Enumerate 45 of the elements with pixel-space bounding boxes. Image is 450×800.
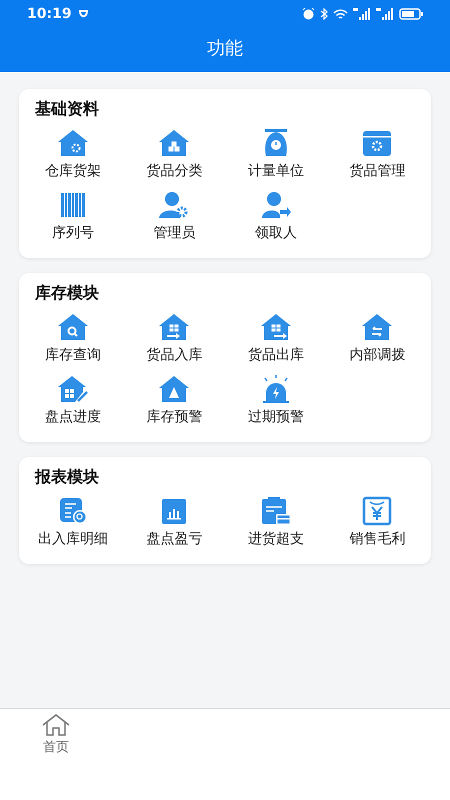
wifi-icon [333, 8, 348, 20]
feature-link[interactable]: 库存预警 [146, 408, 202, 426]
house-swap-icon [361, 312, 394, 342]
yuan-receipt-icon [361, 496, 394, 526]
user-arrow-icon [260, 190, 292, 220]
house-gear-icon [56, 128, 89, 158]
status-time: 10:19 [27, 6, 72, 22]
feature-link[interactable]: 货品出库 [248, 346, 304, 364]
house-arrow-icon [158, 312, 190, 342]
feature-link[interactable]: 内部调拨 [349, 346, 406, 364]
feature-link[interactable]: 管理员 [153, 224, 196, 242]
user-gear-icon [158, 190, 190, 220]
house-warning-icon [158, 374, 190, 404]
page-title: 功能 [207, 37, 243, 60]
section-title: 报表模块 [35, 467, 99, 488]
feature-link[interactable]: 序列号 [52, 224, 94, 242]
feature-link[interactable]: 销售毛利 [349, 530, 406, 548]
notification-icon [78, 8, 89, 20]
house-arrow-icon [260, 312, 292, 342]
battery-icon [399, 8, 424, 20]
feature-link[interactable]: 货品分类 [146, 162, 202, 180]
feature-link[interactable]: 出入库明细 [38, 530, 108, 548]
box-gear-icon [361, 128, 394, 158]
feature-link[interactable]: 货品入库 [146, 346, 202, 364]
house-pencil-icon [56, 374, 89, 404]
feature-link[interactable]: 盘点进度 [44, 408, 101, 426]
bluetooth-icon [320, 8, 328, 20]
clipboard-card-icon [260, 496, 292, 526]
feature-link[interactable]: 库存查询 [44, 346, 101, 364]
signal-icon [376, 8, 394, 20]
feature-link[interactable]: 进货超支 [248, 530, 304, 548]
feature-link[interactable]: 仓库货架 [44, 162, 101, 180]
house-boxes-icon [158, 128, 190, 158]
nav-label[interactable]: 首页 [43, 738, 69, 756]
signal-icon [353, 8, 371, 20]
feature-link[interactable]: 计量单位 [248, 162, 304, 180]
section-title: 基础资料 [35, 99, 99, 120]
alarm-icon [302, 8, 315, 20]
feature-link[interactable]: 盘点盈亏 [146, 530, 202, 548]
section-title: 库存模块 [35, 283, 99, 304]
feature-link[interactable]: 领取人 [254, 224, 297, 242]
house-search-icon [56, 312, 89, 342]
home-icon[interactable] [40, 713, 72, 737]
feature-link[interactable]: 过期预警 [248, 408, 304, 426]
feature-link[interactable]: 货品管理 [349, 162, 406, 180]
